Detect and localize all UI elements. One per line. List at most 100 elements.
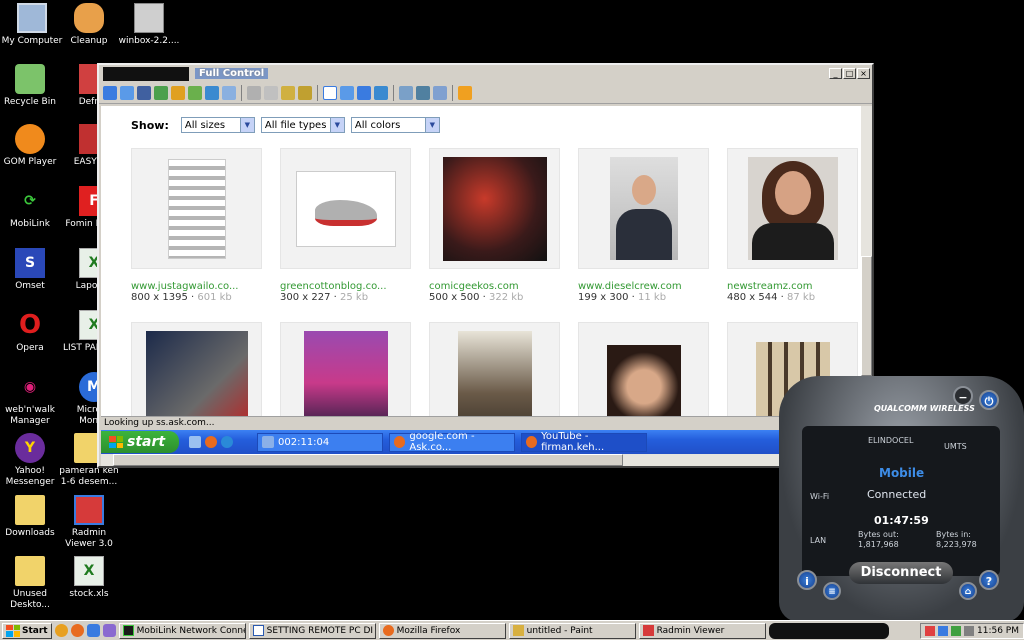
image-result[interactable] [429,322,560,416]
taskbar-item-paint[interactable]: untitled - Paint [508,622,636,639]
info-icon[interactable]: i [797,570,817,590]
desktop-icon-yahoo[interactable]: Y Yahoo! Messenger [0,433,62,488]
result-thumbnail[interactable] [578,148,709,269]
ie-icon[interactable] [221,436,233,448]
result-domain-link[interactable]: greencottonblog.co... [280,281,411,292]
result-thumbnail[interactable] [280,148,411,269]
taskbar-item-radmin[interactable]: Radmin Viewer [638,622,766,639]
scale-icon[interactable] [357,85,371,100]
result-thumbnail[interactable] [131,322,262,416]
remote-screen[interactable]: Show: All sizes ▼ All file types ▼ All c… [101,106,861,416]
result-dimensions: 300 x 227 [280,292,331,303]
scrollbar-thumb[interactable] [113,454,623,466]
receive-icon[interactable] [298,85,312,100]
desktop-icon-mobilink[interactable]: ⟳ MobiLink [0,186,62,230]
taskbar-item-firefox[interactable]: Mozilla Firefox [378,622,506,639]
desktop-icon-radmin[interactable]: Radmin Viewer 3.0 [57,495,121,550]
scrollbar-thumb[interactable] [861,256,872,376]
tray-icon[interactable] [951,625,961,636]
taskbar-item-mobilink[interactable]: MobiLink Network Conne... [118,622,246,639]
remote-task-ask[interactable]: google.com - Ask.co... [389,431,515,453]
connect-icon[interactable] [103,85,117,100]
settings-icon[interactable] [416,85,430,100]
fullscreen-icon[interactable] [323,85,337,100]
paste-icon[interactable] [264,85,278,100]
desktop-icon-downloads[interactable]: Downloads [0,495,62,539]
chat-icon[interactable] [188,85,202,100]
disconnect-icon[interactable] [458,85,472,100]
size-filter-select[interactable]: All sizes ▼ [180,117,255,133]
result-thumbnail[interactable] [429,148,560,269]
transfer-icon[interactable] [154,85,168,100]
close-button[interactable]: × [857,68,870,79]
remote-task-youtube[interactable]: YouTube - firman.keh... [521,431,647,453]
desktop-icon-cleanup[interactable]: Cleanup [57,3,121,47]
capture-icon[interactable] [433,85,447,100]
result-thumbnail[interactable] [727,148,858,269]
desktop-icon-recycle-bin[interactable]: Recycle Bin [0,64,62,108]
image-result[interactable] [280,322,411,416]
remote-task-timer[interactable]: 002:11:04 [257,432,383,452]
clipboard-icon[interactable] [247,85,261,100]
properties-icon[interactable] [399,85,413,100]
help-icon[interactable]: ? [979,570,999,590]
ie-icon[interactable] [86,624,100,637]
color-filter-select[interactable]: All colors ▼ [350,117,440,133]
image-result[interactable]: www.dieselcrew.com 199 x 300 · 11 kb [578,148,709,303]
horizontal-scrollbar[interactable] [101,454,861,466]
remote-start-button[interactable]: start [101,431,179,453]
menu-icon[interactable]: ≡ [823,582,841,600]
result-thumbnail[interactable] [578,322,709,416]
desktop-icon[interactable] [189,436,201,448]
voice-icon[interactable] [205,85,219,100]
image-result[interactable] [131,322,262,416]
send-icon[interactable] [281,85,295,100]
desktop-icon-my-computer[interactable]: My Computer [0,3,64,47]
minimize-button[interactable]: _ [829,68,842,79]
filetype-filter-select[interactable]: All file types ▼ [260,117,345,133]
desktop-icon-webnwalk[interactable]: ◉ web'n'walk Manager [0,372,62,427]
desktop-icon-gom-player[interactable]: GOM Player [0,124,62,168]
remote-control-window[interactable]: Full Control _ □ × Show: All sizes ▼ All… [97,63,874,468]
stretch-icon[interactable] [340,85,354,100]
maximize-button[interactable]: □ [843,68,856,79]
result-size: 87 kb [787,292,816,303]
quicklaunch-icon[interactable] [54,624,68,637]
message-icon[interactable] [222,85,236,100]
minimize-icon[interactable]: − [953,386,973,406]
image-result[interactable]: greencottonblog.co... 300 x 227 · 25 kb [280,148,411,303]
host-start-button[interactable]: Start [2,622,52,639]
view-icon[interactable] [120,85,134,100]
image-result[interactable] [578,322,709,416]
tray-icon[interactable] [925,625,935,636]
desktop-icon-opera[interactable]: O Opera [0,310,62,354]
quicklaunch-icon[interactable] [102,624,116,637]
result-thumbnail[interactable] [280,322,411,416]
desktop-icon-stock[interactable]: X stock.xls [57,556,121,600]
network-icon[interactable] [938,625,948,636]
power-icon[interactable]: ⏻ [979,390,999,410]
home-icon[interactable]: ⌂ [959,582,977,600]
shutdown-icon[interactable] [171,85,185,100]
result-domain-link[interactable]: comicgeekos.com [429,281,560,292]
result-domain-link[interactable]: newstreamz.com [727,281,858,292]
result-thumbnail[interactable] [429,322,560,416]
image-result[interactable]: www.justagwailo.co... 800 x 1395 · 601 k… [131,148,262,303]
desktop-icon-omset[interactable]: S Omset [0,248,62,292]
image-result[interactable]: newstreamz.com 480 x 544 · 87 kb [727,148,858,303]
firefox-icon[interactable] [205,436,217,448]
refresh-icon[interactable] [374,85,388,100]
volume-icon[interactable] [964,625,974,636]
disconnect-button[interactable]: Disconnect [849,562,953,584]
telnet-icon[interactable] [137,85,151,100]
result-domain-link[interactable]: www.justagwailo.co... [131,281,262,292]
result-domain-link[interactable]: www.dieselcrew.com [578,281,709,292]
clock[interactable]: 11:56 PM [977,626,1019,636]
taskbar-item-word[interactable]: SETTING REMOTE PC DI ... [248,622,376,639]
desktop-icon-unused-desktop[interactable]: Unused Deskto... [0,556,62,611]
desktop-icon-winbox[interactable]: winbox-2.2.... [117,3,181,47]
title-bar[interactable]: Full Control _ □ × [99,65,872,82]
result-thumbnail[interactable] [131,148,262,269]
firefox-icon[interactable] [70,624,84,637]
image-result[interactable]: comicgeekos.com 500 x 500 · 322 kb [429,148,560,303]
